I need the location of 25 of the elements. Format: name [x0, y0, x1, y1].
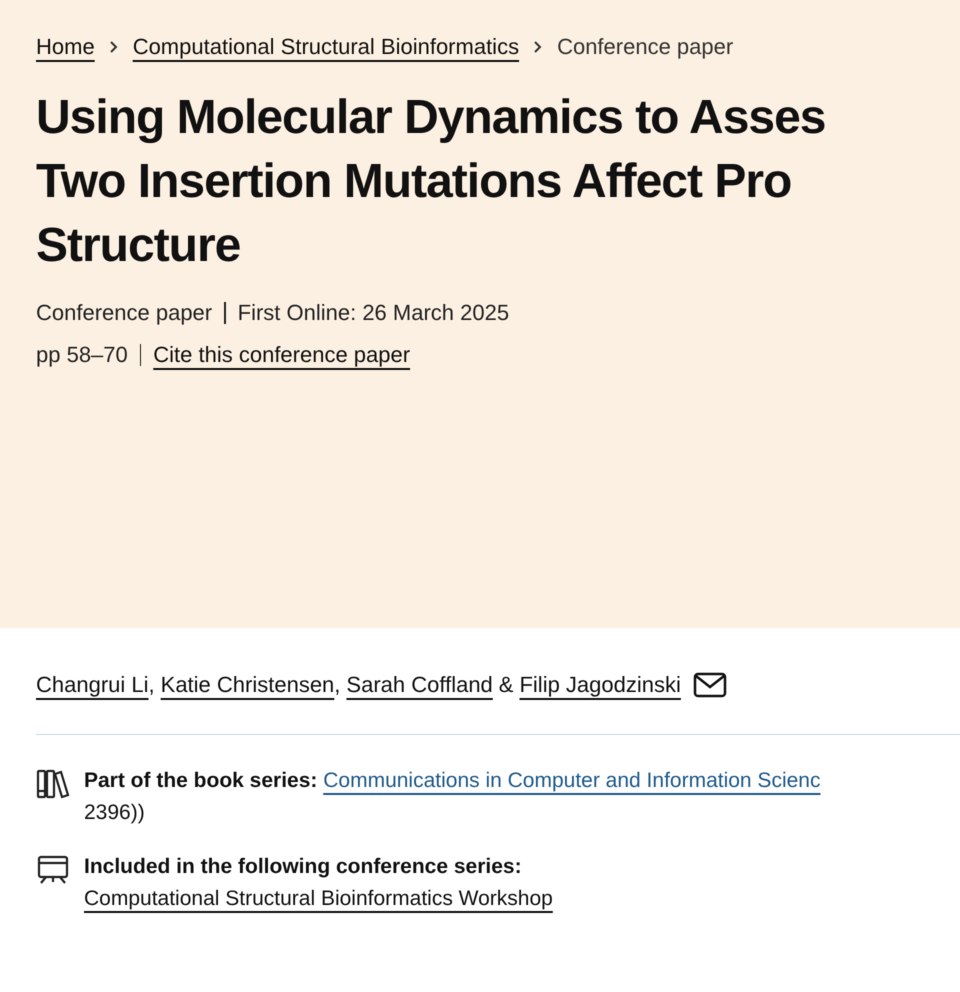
breadcrumb-current: Conference paper: [557, 34, 734, 60]
author-link[interactable]: Katie Christensen: [160, 672, 334, 698]
chevron-icon: [533, 40, 544, 54]
conference-series-link[interactable]: Computational Structural Bioinformatics Workshop: [84, 887, 553, 910]
breadcrumb-link[interactable]: Computational Structural Bioinformatics: [132, 34, 520, 60]
page-range: pp 58–70: [36, 342, 128, 368]
breadcrumb-link[interactable]: Home: [36, 34, 95, 60]
book-series-label: Part of the book series:: [84, 769, 318, 792]
book-series-link[interactable]: Communications in Computer and Information Scienc: [323, 769, 820, 792]
conference-series-label: Included in the following conference series:: [84, 855, 523, 879]
chevron-icon: [108, 40, 119, 54]
paper-title: Using Molecular Dynamics to Asses Two Insertion Mutations Affect Pro Structure: [36, 90, 826, 274]
cite-link[interactable]: Cite this conference paper: [153, 342, 410, 368]
volume-text: 2396)): [84, 801, 146, 825]
separator: ,: [334, 672, 340, 698]
presentation-icon: [36, 855, 70, 885]
author-link[interactable]: Filip Jagodzinski: [519, 672, 681, 698]
publication-date: First Online: 26 March 2025: [238, 300, 510, 326]
email-icon[interactable]: [692, 672, 727, 698]
separator: &: [498, 672, 514, 698]
separator: ,: [148, 672, 155, 698]
books-icon: [36, 769, 70, 799]
author-link[interactable]: Sarah Coffland: [346, 672, 493, 698]
paper-type: Conference paper: [36, 300, 212, 326]
author-link[interactable]: Changrui Li: [36, 672, 149, 698]
